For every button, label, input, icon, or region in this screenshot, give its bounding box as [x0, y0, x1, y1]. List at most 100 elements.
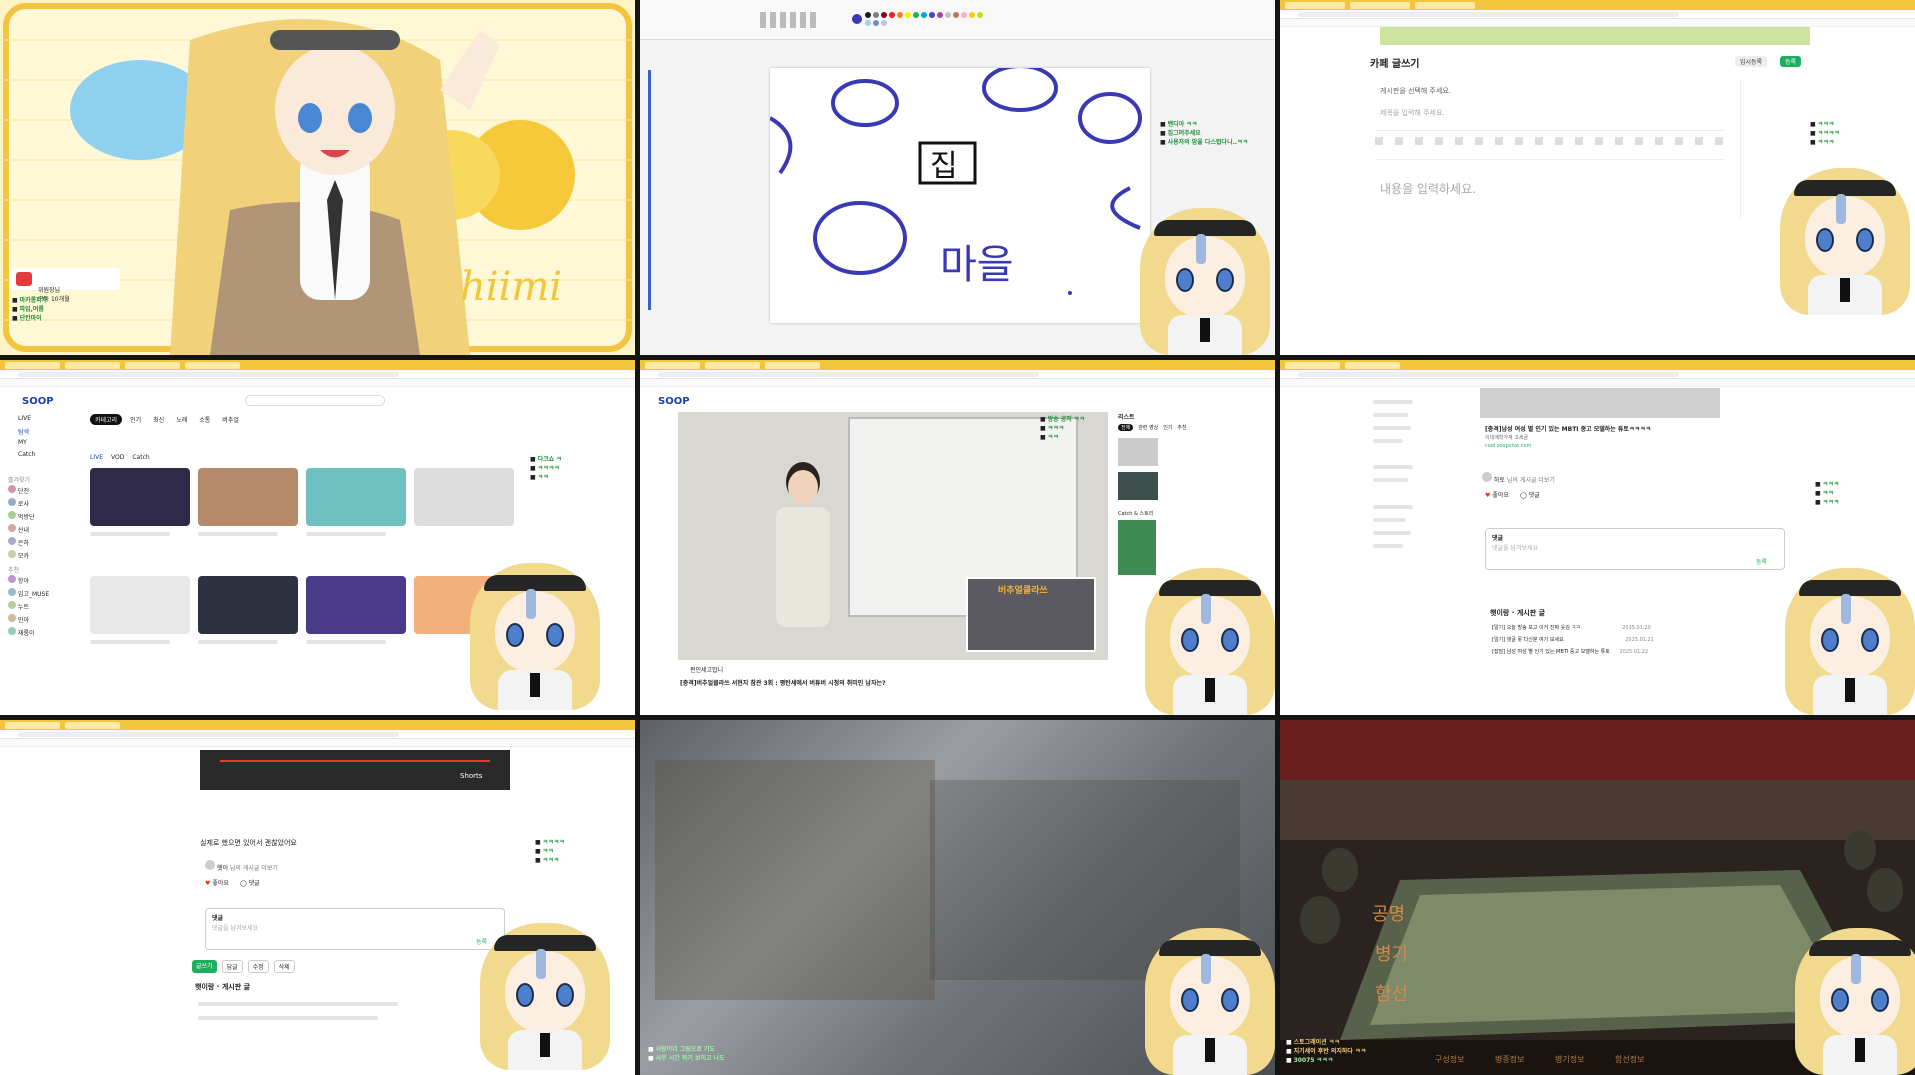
- comment-button[interactable]: ◯ 댓글: [240, 878, 260, 887]
- link-card[interactable]: [충격]남성 여성 별 인기 있는 MBTI 중고 모델하는 튜토ㅋㅋㅋㅋ 이대…: [1480, 388, 1720, 453]
- filter-chip[interactable]: 최신: [149, 414, 168, 425]
- comment-button[interactable]: ◯ 댓글: [1520, 490, 1540, 499]
- color-swatch[interactable]: [977, 12, 983, 18]
- board-row[interactable]: [잡담] 남성 여성 별 인기 있는 MBTI 중고 모델하는 튜토 2025.…: [1492, 646, 1654, 658]
- tab-catch[interactable]: Catch: [132, 454, 149, 461]
- color-swatch[interactable]: [873, 20, 879, 26]
- reply-button[interactable]: 답글: [221, 960, 243, 973]
- selected-color-icon[interactable]: [852, 14, 862, 24]
- title-input[interactable]: 제목을 입력해 주세요.: [1380, 108, 1445, 118]
- sidebar-user[interactable]: 산내: [8, 524, 34, 537]
- board-select[interactable]: 게시판을 선택해 주세요.: [1380, 86, 1451, 96]
- body-input[interactable]: 내용을 입력하세요.: [1380, 180, 1476, 197]
- browser-tabs[interactable]: [0, 720, 635, 730]
- color-swatch[interactable]: [969, 12, 975, 18]
- color-swatch[interactable]: [873, 12, 879, 18]
- nav-my[interactable]: MY: [18, 439, 27, 446]
- side-thumb[interactable]: [1118, 472, 1158, 500]
- delete-button[interactable]: 삭제: [273, 960, 295, 973]
- color-swatch[interactable]: [881, 20, 887, 26]
- soop-logo[interactable]: SOOP: [22, 396, 54, 407]
- sidebar-user[interactable]: 로사: [8, 498, 34, 511]
- write-button[interactable]: 글쓰기: [192, 960, 217, 973]
- comment-user[interactable]: 하토 님의 게시글 더보기: [1482, 472, 1555, 484]
- color-swatch[interactable]: [865, 20, 871, 26]
- nav-live[interactable]: LIVE: [18, 415, 31, 422]
- save-draft-button[interactable]: 임시등록: [1735, 56, 1768, 67]
- browser-tabs[interactable]: [1280, 0, 1915, 10]
- thumbnail[interactable]: [198, 576, 298, 634]
- browser-tabs[interactable]: [0, 360, 635, 370]
- soop-logo[interactable]: SOOP: [658, 396, 690, 407]
- side-tab[interactable]: 전체: [1118, 424, 1134, 431]
- color-swatch[interactable]: [897, 12, 903, 18]
- like-button[interactable]: ♥ 좋아요: [1485, 490, 1509, 499]
- browser-tabs[interactable]: [640, 360, 1275, 370]
- rec-user[interactable]: 누트: [8, 601, 49, 614]
- color-swatch[interactable]: [905, 12, 911, 18]
- rec-user[interactable]: 항아: [8, 575, 49, 588]
- sidebar-user[interactable]: 단진: [8, 485, 34, 498]
- color-swatch[interactable]: [953, 12, 959, 18]
- paint-canvas[interactable]: 집 마을: [768, 64, 1150, 323]
- color-swatch[interactable]: [865, 12, 871, 18]
- channel-name[interactable]: 펀인세고맙니: [690, 665, 723, 674]
- shorts-embed[interactable]: Shorts: [200, 750, 510, 790]
- rec-user[interactable]: 민아: [8, 614, 49, 627]
- reply-box[interactable]: 댓글 댓글을 남겨보세요 등록: [205, 908, 505, 950]
- color-swatch[interactable]: [945, 12, 951, 18]
- browser-tabs[interactable]: [1280, 360, 1915, 370]
- address-bar[interactable]: [0, 370, 635, 379]
- thumbnail[interactable]: [90, 468, 190, 526]
- tab-live[interactable]: LIVE: [90, 454, 103, 461]
- address-bar[interactable]: [1280, 10, 1915, 19]
- filter-chip[interactable]: 노래: [172, 414, 191, 425]
- filter-chip[interactable]: 소통: [195, 414, 214, 425]
- side-tab[interactable]: 추천: [1177, 424, 1186, 431]
- color-swatch[interactable]: [929, 12, 935, 18]
- filter-chip[interactable]: 인기: [126, 414, 145, 425]
- zoom-slider[interactable]: [648, 70, 651, 310]
- side-tab[interactable]: 인기: [1163, 424, 1172, 431]
- color-swatch[interactable]: [889, 12, 895, 18]
- board-row[interactable]: [일기] 댓글 못 다신분 여기 보세요 2025.01.21: [1492, 634, 1654, 646]
- address-bar[interactable]: [1280, 370, 1915, 379]
- filter-chip[interactable]: 카테고리: [90, 414, 123, 425]
- color-swatch[interactable]: [881, 12, 887, 18]
- sidebar-user[interactable]: 은하: [8, 537, 34, 550]
- thumbnail[interactable]: [306, 576, 406, 634]
- like-button[interactable]: ♥ 좋아요: [205, 878, 229, 887]
- color-swatch[interactable]: [913, 12, 919, 18]
- color-swatch[interactable]: [961, 12, 967, 18]
- address-bar[interactable]: [0, 730, 635, 739]
- board-row[interactable]: [일기] 오늘 방송 보고 이거 진짜 웃김 ㅋㅋ 2025.01.20: [1492, 622, 1654, 634]
- palette[interactable]: [865, 12, 985, 26]
- side-tab[interactable]: 관련 영상: [1138, 424, 1158, 431]
- edit-button[interactable]: 수정: [247, 960, 269, 973]
- sidebar-user[interactable]: 먹방단: [8, 511, 34, 524]
- thumbnail[interactable]: [414, 468, 514, 526]
- submit-button[interactable]: 등록: [1780, 56, 1802, 67]
- address-bar[interactable]: [640, 370, 1275, 379]
- tab-vod[interactable]: VOD: [111, 454, 124, 461]
- reply-submit-button[interactable]: 등록: [1756, 557, 1767, 566]
- rec-user[interactable]: 임고_MUSE: [8, 588, 49, 601]
- brush-tools-icon[interactable]: [760, 12, 820, 28]
- color-swatch[interactable]: [921, 12, 927, 18]
- editor-toolbar[interactable]: [1375, 130, 1725, 160]
- search-input[interactable]: [245, 395, 385, 406]
- sidebar-user[interactable]: 모카: [8, 550, 34, 563]
- thumbnail[interactable]: [90, 576, 190, 634]
- rec-user[interactable]: 재롱이: [8, 627, 49, 640]
- color-swatch[interactable]: [937, 12, 943, 18]
- side-thumb[interactable]: [1118, 438, 1158, 466]
- thumbnail[interactable]: [306, 468, 406, 526]
- filter-chip[interactable]: 버추얼: [218, 414, 243, 425]
- progress-bar[interactable]: [220, 760, 490, 762]
- nav-explore[interactable]: 탐색: [18, 427, 29, 436]
- thumbnail[interactable]: [198, 468, 298, 526]
- reply-box[interactable]: 댓글 댓글을 남겨보세요 등록: [1485, 528, 1785, 570]
- nav-catch[interactable]: Catch: [18, 451, 35, 458]
- comment-user[interactable]: 햇이 님의 게시글 더보기: [205, 860, 278, 872]
- video-player[interactable]: 버추얼클라쓰: [678, 412, 1108, 660]
